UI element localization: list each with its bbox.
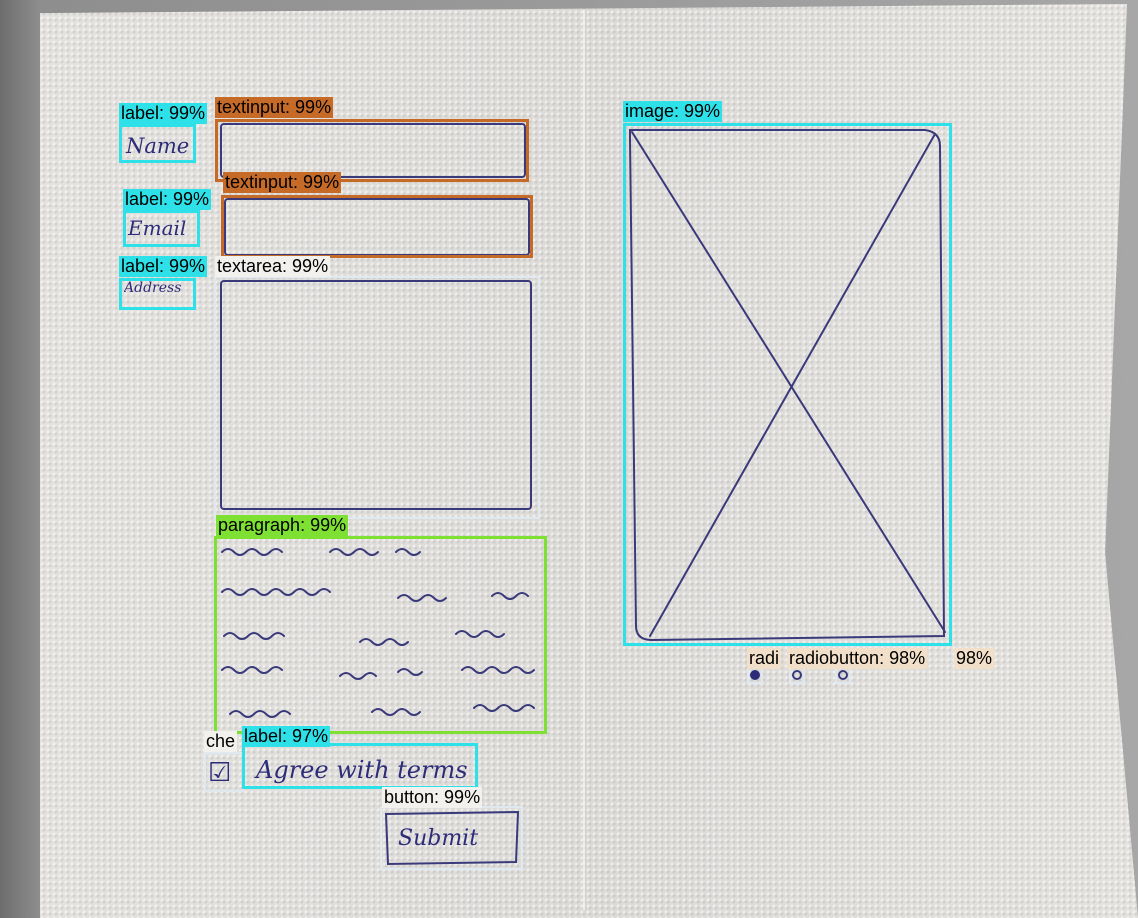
detection-box-paragraph <box>214 536 547 734</box>
detection-tag-label-name: label: 99% <box>119 103 208 124</box>
detection-box-label-address <box>119 278 196 310</box>
detection-tag-radio-3: 98% <box>954 648 995 669</box>
detection-tag-textarea: textarea: 99% <box>215 256 331 277</box>
detection-tag-textinput-email: textinput: 99% <box>223 172 342 193</box>
detection-tag-label-agree: label: 97% <box>242 726 331 747</box>
detection-tag-paragraph: paragraph: 99% <box>216 515 349 536</box>
detection-box-image <box>623 123 952 646</box>
detection-box-label-name <box>119 124 196 163</box>
detection-tag-checkbox: che <box>204 731 238 752</box>
detection-tag-image: image: 99% <box>623 101 723 122</box>
detection-tag-radio-1: radi <box>747 648 782 669</box>
detection-tag-textinput-name: textinput: 99% <box>215 97 334 118</box>
detection-tag-radio-2: radiobutton: 98% <box>787 648 928 669</box>
detection-tag-label-email: label: 99% <box>123 189 212 210</box>
detection-tag-label-address: label: 99% <box>119 256 208 277</box>
detection-box-textinput-email <box>221 195 533 258</box>
detection-box-label-agree <box>242 743 478 789</box>
detection-tag-button: button: 99% <box>382 787 483 808</box>
detection-box-checkbox <box>204 752 244 792</box>
detection-box-button <box>380 806 523 870</box>
detection-box-textarea <box>214 276 540 519</box>
detection-box-label-email <box>123 210 200 247</box>
